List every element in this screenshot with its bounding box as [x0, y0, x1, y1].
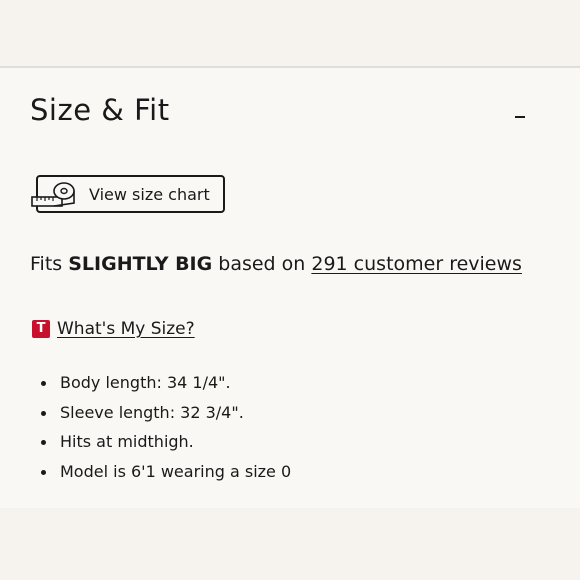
size-fit-panel: Size & Fit View size chart Fits SLIGHTLY… [0, 66, 580, 510]
list-item: Hits at midthigh. [0, 431, 291, 461]
list-item: Model is 6'1 wearing a size 0 [0, 461, 291, 491]
section-title: Size & Fit [30, 93, 170, 127]
bullet-icon [41, 410, 46, 416]
fit-summary: Fits SLIGHTLY BIG based on 291 customer … [30, 253, 522, 275]
product-details-list: Body length: 34 1/4". Sleeve length: 32 … [0, 372, 291, 490]
bullet-icon [41, 469, 46, 475]
t-brand-icon: T [32, 320, 50, 338]
size-chart-label: View size chart [89, 185, 210, 204]
whats-my-size-label: What's My Size? [57, 319, 195, 339]
whats-my-size-link[interactable]: T What's My Size? [32, 317, 195, 341]
minus-icon [515, 116, 525, 118]
bottom-background [0, 508, 580, 580]
bullet-icon [41, 440, 46, 445]
measuring-tape-icon [31, 182, 75, 207]
fit-verdict: SLIGHTLY BIG [68, 253, 213, 275]
list-item: Body length: 34 1/4". [0, 372, 291, 402]
customer-reviews-link[interactable]: 291 customer reviews [311, 253, 522, 275]
collapse-toggle-button[interactable] [510, 102, 532, 124]
fit-prefix: Fits [30, 253, 63, 275]
list-item: Sleeve length: 32 3/4". [0, 402, 291, 432]
bullet-icon [41, 381, 46, 386]
view-size-chart-button[interactable]: View size chart [31, 175, 225, 213]
fit-middle: based on [218, 253, 306, 275]
top-background [0, 0, 580, 66]
